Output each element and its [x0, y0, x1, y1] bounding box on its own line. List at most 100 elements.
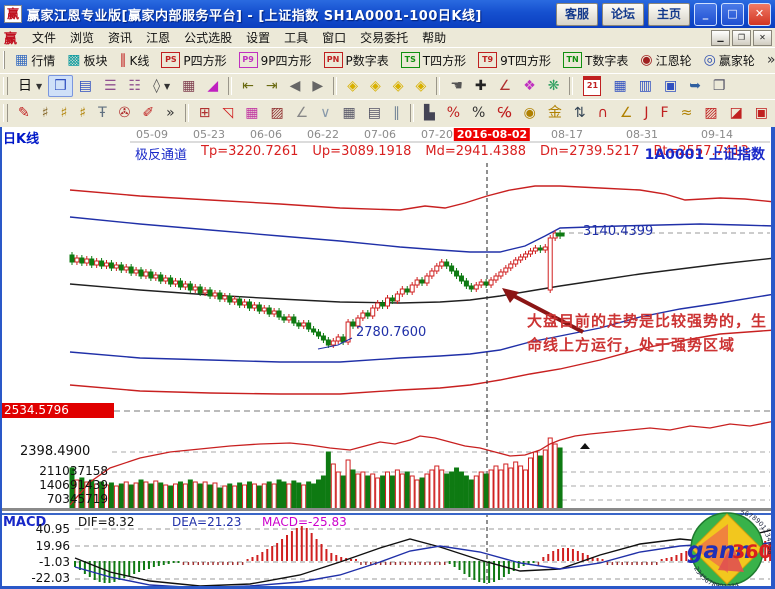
shaded-box-button[interactable]: ▨	[264, 102, 289, 124]
p-square-button[interactable]: PSP四方形	[155, 49, 232, 72]
bars-3-button[interactable]: ☰	[98, 75, 123, 97]
menu-item[interactable]: 交易委托	[353, 30, 415, 46]
v-line-button[interactable]: ∨	[314, 102, 336, 124]
angle-line-button[interactable]: ∠	[290, 102, 315, 124]
menu-item[interactable]: 资讯	[101, 30, 139, 46]
menu-item[interactable]: 公式选股	[177, 30, 239, 46]
grid-small-button[interactable]: ▦	[336, 102, 361, 124]
sectors-button[interactable]: ▩板块	[61, 49, 113, 72]
gold-angle-button[interactable]: ∠	[614, 102, 639, 124]
overflow-2-button[interactable]: »	[160, 102, 181, 124]
next-page-button[interactable]: ▶	[306, 75, 329, 97]
titlebar-button-主页[interactable]: 主页	[648, 3, 690, 26]
gold-grid-button[interactable]: ♯	[55, 102, 74, 124]
hand-tool-button[interactable]: ☚	[444, 75, 469, 97]
arc-tool-button[interactable]: ∩	[592, 102, 614, 124]
gann-flower-button[interactable]: ❖	[517, 75, 542, 97]
close-button[interactable]: ✕	[748, 3, 771, 26]
export-button[interactable]: ➥	[683, 75, 707, 97]
first-page-button[interactable]: ⇤	[236, 75, 260, 97]
calculator-button[interactable]: ▦	[607, 75, 632, 97]
t9-square-button[interactable]: T99T四方形	[472, 49, 557, 72]
titlebar-button-论坛[interactable]: 论坛	[602, 3, 644, 26]
menu-item[interactable]: 浏览	[63, 30, 101, 46]
winner-wheel-label: 赢家轮	[719, 52, 755, 69]
t-square-button[interactable]: TST四方形	[395, 49, 472, 72]
f-grid-button[interactable]: Ŧ	[92, 102, 113, 124]
menu-item[interactable]: 江恩	[139, 30, 177, 46]
percent-tool-button[interactable]: %	[441, 102, 466, 124]
gann-wheel-button[interactable]: ◉江恩轮	[634, 49, 697, 72]
minimize-button[interactable]: _	[694, 3, 717, 26]
quotes-button[interactable]: ▦行情	[9, 49, 61, 72]
menu-item[interactable]: 文件	[25, 30, 63, 46]
info-panel-button[interactable]: ▤	[73, 75, 98, 97]
parallel-lines-button[interactable]: ∥	[387, 102, 406, 124]
kline-button[interactable]: ∥K线	[114, 49, 156, 72]
gann-matrix-button[interactable]: ▦	[176, 75, 201, 97]
zoom-shrink-button[interactable]: ◈	[410, 75, 433, 97]
p-square-label: P四方形	[183, 52, 226, 69]
menu-window-control[interactable]: ✕	[753, 30, 772, 46]
crosshair-tool-button[interactable]: ✚	[469, 75, 493, 97]
gold-polyline-button[interactable]: ≈	[675, 102, 699, 124]
angle-tool-button[interactable]: ∠	[493, 75, 518, 97]
grid-large-button[interactable]: ▤	[362, 102, 387, 124]
p-number-button[interactable]: PNP数字表	[318, 49, 395, 72]
gann-grid-button[interactable]: ♯	[36, 102, 55, 124]
notepad-button[interactable]: ▥	[633, 75, 658, 97]
zoom-left-button[interactable]: ◈	[341, 75, 364, 97]
title-bar[interactable]: 赢 赢家江恩专业版[赢家内部服务平台] - [上证指数 SH1A0001-100…	[0, 0, 775, 28]
overflow-button[interactable]: »	[761, 49, 775, 71]
menu-window-control[interactable]: ❐	[732, 30, 751, 46]
gann360-logo: gann 360 5678901234598 2345678901234	[682, 510, 772, 588]
spiral-tool-button[interactable]: ✇	[113, 102, 137, 124]
shape-select-button[interactable]: ◊▼	[147, 75, 176, 97]
macd-scale-label: -1.03	[4, 555, 70, 569]
pen-tool-2-button[interactable]: ✐	[136, 102, 160, 124]
j-line-button[interactable]: J	[638, 102, 654, 124]
f-grid-icon: Ŧ	[98, 105, 107, 121]
chart-window-button[interactable]: ❒	[48, 75, 73, 97]
menu-item[interactable]: 帮助	[415, 30, 453, 46]
trend-knife-button[interactable]: ⇅	[568, 102, 592, 124]
tool-red-1-button[interactable]: ▨	[698, 102, 723, 124]
color-histogram-button[interactable]: ◢	[201, 75, 224, 97]
prev-page-button[interactable]: ◀	[284, 75, 307, 97]
box-pattern-button[interactable]: ▦	[239, 102, 264, 124]
p9-square-button[interactable]: P99P四方形	[233, 49, 318, 72]
date-label: 05-23	[193, 128, 225, 141]
fan-tool-button[interactable]: ◹	[216, 102, 239, 124]
t-number-button[interactable]: TNT数字表	[557, 49, 634, 72]
menu-window-control[interactable]: ▁	[711, 30, 730, 46]
gold-grid-2-button[interactable]: ♯	[73, 102, 92, 124]
titlebar-button-客服[interactable]: 客服	[556, 3, 598, 26]
percent-line-button[interactable]: ℅	[491, 102, 517, 124]
f-line-button[interactable]: F	[655, 102, 675, 124]
tool-red-2-button[interactable]: ◪	[724, 102, 749, 124]
winner-wheel-button[interactable]: ◎赢家轮	[698, 49, 761, 72]
period-day-button[interactable]: 日▼	[12, 75, 48, 97]
last-page-button[interactable]: ⇥	[260, 75, 284, 97]
box-tool-button[interactable]: ⊞	[193, 102, 217, 124]
save-button[interactable]: ▣	[658, 75, 683, 97]
printer-button[interactable]: ❐	[707, 75, 732, 97]
pen-tool-button[interactable]: ✎	[12, 102, 36, 124]
fractal-tool-button[interactable]: ❋	[542, 75, 566, 97]
bars-9-button[interactable]: ☷	[123, 75, 148, 97]
macd-dea-readout: DEA=21.23	[172, 515, 241, 529]
percent-plain-button[interactable]: %	[466, 102, 491, 124]
parallel-lines-icon: ∥	[393, 105, 400, 121]
gold-section-button[interactable]: 金	[542, 102, 568, 124]
menu-item[interactable]: 工具	[277, 30, 315, 46]
menu-item[interactable]: 窗口	[315, 30, 353, 46]
gold-circle-button[interactable]: ◉	[518, 102, 542, 124]
zoom-expand-button[interactable]: ◈	[387, 75, 410, 97]
zoom-right-button[interactable]: ◈	[364, 75, 387, 97]
maximize-button[interactable]: □	[721, 3, 744, 26]
calculator-icon: ▦	[613, 78, 626, 94]
tool-red-3-button[interactable]: ▣	[749, 102, 774, 124]
calendar-button[interactable]: 21	[577, 73, 607, 99]
ratio-box-button[interactable]: ▙	[418, 102, 441, 124]
menu-item[interactable]: 设置	[239, 30, 277, 46]
